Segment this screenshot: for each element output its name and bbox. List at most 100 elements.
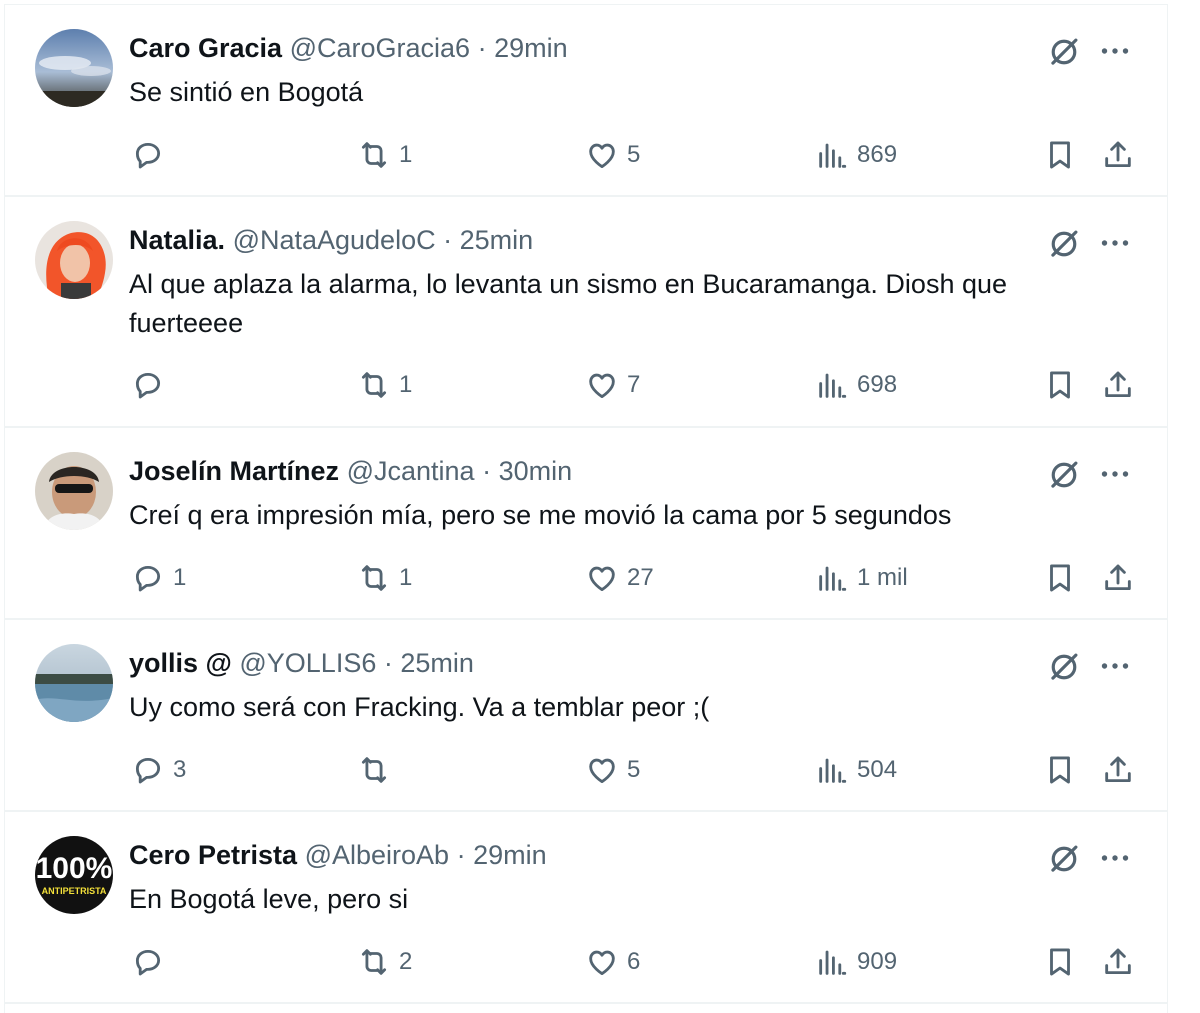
timestamp[interactable]: 29min (473, 840, 547, 870)
grok-icon[interactable] (1045, 225, 1083, 263)
author-name[interactable]: Natalia. (129, 225, 225, 255)
grok-icon[interactable] (1045, 840, 1083, 878)
reply-count: 1 (173, 564, 187, 591)
more-icon[interactable] (1097, 648, 1133, 684)
views-icon (815, 368, 849, 402)
tweet[interactable]: 100% ANTIPETRISTA Cero Petrista @Albeiro… (5, 812, 1167, 1004)
share-button[interactable] (1101, 750, 1135, 790)
grok-icon[interactable] (1045, 648, 1083, 686)
author-handle[interactable]: @AlbeiroAb (305, 840, 449, 870)
bookmark-button[interactable] (1043, 558, 1077, 598)
avatar[interactable] (35, 221, 113, 299)
avatar[interactable] (35, 644, 113, 722)
share-icon (1101, 138, 1135, 172)
reply-icon (131, 561, 165, 595)
tweet[interactable]: Joselín Martínez @Jcantina · 30min Creí … (5, 428, 1167, 620)
author-handle[interactable]: @Jcantina (347, 456, 475, 486)
like-button[interactable]: 6 (585, 942, 640, 982)
like-icon (585, 138, 619, 172)
share-icon (1101, 753, 1135, 787)
views-count: 1 mil (857, 564, 908, 591)
retweet-icon (357, 138, 391, 172)
share-icon (1101, 945, 1135, 979)
bookmark-icon (1043, 138, 1077, 172)
share-button[interactable] (1101, 365, 1135, 405)
tweet-text: Creí q era impresión mía, pero se me mov… (129, 500, 952, 530)
views-count: 869 (857, 141, 898, 168)
retweet-icon (357, 945, 391, 979)
replies-timeline: Caro Gracia @CaroGracia6 · 29min Se sint… (4, 4, 1168, 1013)
avatar[interactable] (35, 29, 113, 107)
reply-button[interactable] (131, 365, 173, 405)
like-icon (585, 753, 619, 787)
reply-icon (131, 753, 165, 787)
reply-button[interactable] (131, 135, 173, 175)
bookmark-icon (1043, 753, 1077, 787)
like-button[interactable]: 5 (585, 750, 640, 790)
reply-button[interactable] (131, 942, 173, 982)
bookmark-icon (1043, 368, 1077, 402)
avatar[interactable]: 100% ANTIPETRISTA (35, 836, 113, 914)
retweet-button[interactable]: 2 (357, 942, 412, 982)
share-icon (1101, 368, 1135, 402)
tweet-header: Cero Petrista @AlbeiroAb · 29min (129, 838, 547, 872)
retweet-count: 1 (399, 141, 413, 168)
tweet[interactable]: yollis @ @YOLLIS6 · 25min Uy como será c… (5, 620, 1167, 812)
views-icon (815, 138, 849, 172)
share-button[interactable] (1101, 558, 1135, 598)
views-button[interactable]: 1 mil (815, 558, 908, 598)
author-name[interactable]: Caro Gracia (129, 33, 282, 63)
like-count: 7 (627, 371, 641, 398)
author-handle[interactable]: @CaroGracia6 (290, 33, 470, 63)
more-icon[interactable] (1097, 225, 1133, 261)
bookmark-button[interactable] (1043, 135, 1077, 175)
bookmark-button[interactable] (1043, 750, 1077, 790)
views-button[interactable]: 869 (815, 135, 897, 175)
views-button[interactable]: 698 (815, 365, 897, 405)
tweet[interactable]: Natalia. @NataAgudeloC · 25min Al que ap… (5, 197, 1167, 428)
retweet-button[interactable] (357, 750, 399, 790)
views-count: 698 (857, 371, 898, 398)
views-button[interactable]: 504 (815, 750, 897, 790)
separator: · (482, 456, 492, 486)
grok-icon[interactable] (1045, 456, 1083, 494)
tweet[interactable]: Caro Gracia @CaroGracia6 · 29min Se sint… (5, 5, 1167, 197)
action-bar: 2 6 909 (129, 942, 1139, 982)
timestamp[interactable]: 25min (460, 225, 534, 255)
reply-icon (131, 368, 165, 402)
tweet-text: Al que aplaza la alarma, lo levanta un s… (129, 269, 1008, 338)
avatar[interactable] (35, 452, 113, 530)
author-name[interactable]: Cero Petrista (129, 840, 297, 870)
tweet-text: Uy como será con Fracking. Va a temblar … (129, 692, 710, 722)
like-button[interactable]: 27 (585, 558, 654, 598)
more-icon[interactable] (1097, 456, 1133, 492)
share-button[interactable] (1101, 135, 1135, 175)
views-button[interactable]: 909 (815, 942, 897, 982)
timestamp[interactable]: 25min (400, 648, 474, 678)
retweet-button[interactable]: 1 (357, 365, 412, 405)
retweet-count: 1 (399, 371, 413, 398)
views-icon (815, 753, 849, 787)
more-icon[interactable] (1097, 840, 1133, 876)
like-button[interactable]: 5 (585, 135, 640, 175)
grok-icon[interactable] (1045, 33, 1083, 71)
avatar-text-big: 100% (36, 852, 113, 885)
timestamp[interactable]: 30min (499, 456, 573, 486)
more-icon[interactable] (1097, 33, 1133, 69)
retweet-icon (357, 753, 391, 787)
retweet-button[interactable]: 1 (357, 135, 412, 175)
retweet-button[interactable]: 1 (357, 558, 412, 598)
bookmark-button[interactable] (1043, 942, 1077, 982)
views-count: 909 (857, 948, 898, 975)
author-name[interactable]: yollis @ (129, 648, 232, 678)
timestamp[interactable]: 29min (494, 33, 568, 63)
author-name[interactable]: Joselín Martínez (129, 456, 339, 486)
like-button[interactable]: 7 (585, 365, 640, 405)
author-handle[interactable]: @NataAgudeloC (233, 225, 436, 255)
author-handle[interactable]: @YOLLIS6 (239, 648, 376, 678)
reply-button[interactable]: 3 (131, 750, 186, 790)
reply-button[interactable]: 1 (131, 558, 186, 598)
tweet-header: Natalia. @NataAgudeloC · 25min (129, 223, 533, 257)
share-button[interactable] (1101, 942, 1135, 982)
bookmark-button[interactable] (1043, 365, 1077, 405)
